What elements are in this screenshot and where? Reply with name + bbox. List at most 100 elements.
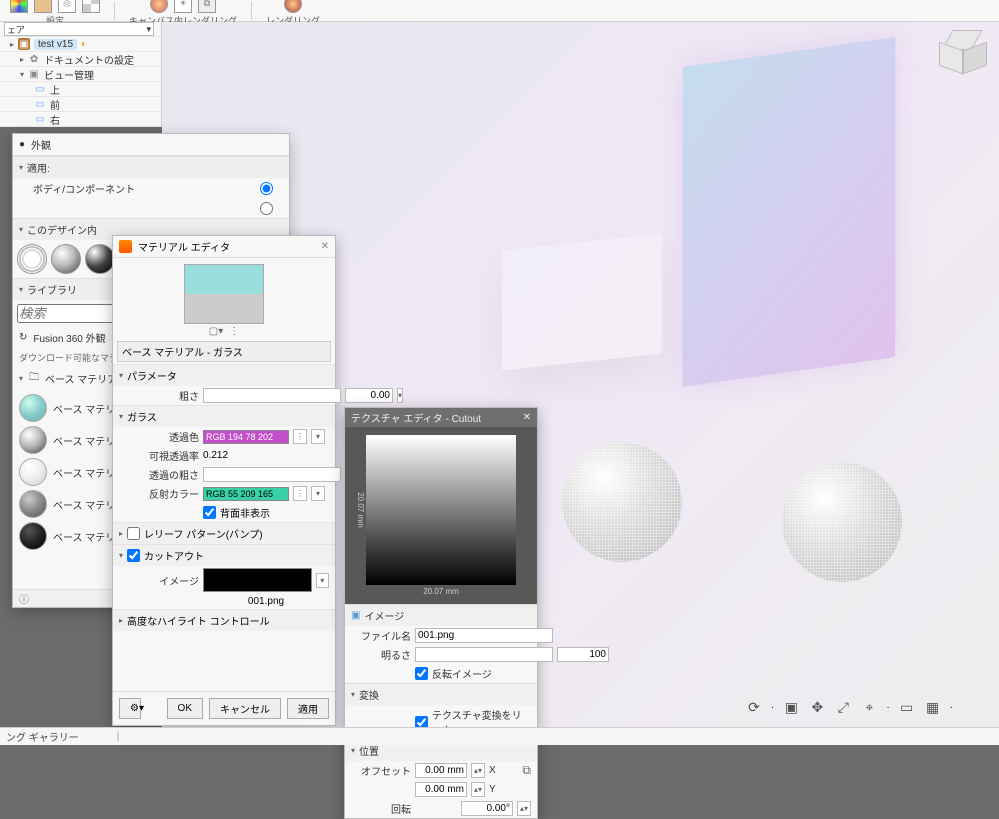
in-canvas-render-settings-icon[interactable]: ☀ (174, 0, 192, 13)
grid-settings-icon[interactable]: ▦ (924, 698, 942, 716)
material-name-field[interactable]: ベース マテリアル - ガラス (117, 341, 331, 362)
ok-button[interactable]: OK (167, 698, 203, 719)
glass-label: ガラス (127, 409, 157, 424)
brightness-slider[interactable] (415, 647, 553, 662)
apply-body-label: ボディ/コンポーネント (33, 181, 135, 196)
reflection-color-swatch[interactable]: RGB 55 209 165 (203, 487, 289, 501)
gear-icon: ✿ (28, 53, 40, 65)
relief-section-header[interactable]: ▸レリーフ パターン(バンプ) (113, 523, 335, 544)
apply-button[interactable]: 適用 (287, 698, 329, 719)
hide-backface-row[interactable]: 背面非表示 (203, 505, 270, 520)
swatch-menu-icon[interactable]: ⋮ (293, 486, 307, 501)
transmission-roughness-slider[interactable] (203, 467, 341, 482)
preview-shape-icon[interactable]: ▢▾ (209, 326, 223, 337)
sync-icon[interactable]: ↻ (19, 332, 27, 343)
invert-image-row[interactable]: 反転イメージ (415, 666, 492, 681)
collapse-icon[interactable]: ▸ (10, 40, 14, 49)
file-name-field[interactable] (415, 628, 553, 643)
roughness-value[interactable] (345, 388, 393, 403)
view-right-row[interactable]: ▭ 右 (0, 112, 161, 127)
roughness-menu[interactable]: ▾ (397, 388, 403, 403)
render-gallery-label[interactable]: ング ギャラリー (6, 729, 79, 744)
spinner-icon[interactable]: ▴▾ (471, 782, 485, 797)
texture-map-icon[interactable] (82, 0, 100, 13)
swatch-menu-icon[interactable]: ⋮ (293, 429, 307, 444)
axis-y-label: Y (489, 784, 496, 795)
view-icon: ▭ (34, 83, 46, 95)
texture-editor-dialog: テクスチャ エディタ - Cutout ✕ 20.07 mm 20.07 mm … (344, 407, 538, 819)
material-editor-menu-button[interactable]: ⚙▾ (119, 698, 141, 719)
browser-root-row[interactable]: ▸ ▣ test v15 ◐ (0, 37, 161, 52)
texture-editor-titlebar[interactable]: テクスチャ エディタ - Cutout ✕ (345, 408, 537, 427)
appearance-icon[interactable] (10, 0, 28, 13)
view-cube[interactable] (939, 30, 985, 76)
orbit-icon[interactable]: ⟳ (745, 698, 763, 716)
spinner-icon[interactable]: ▴▾ (517, 801, 531, 816)
look-at-icon[interactable]: ▣ (782, 698, 800, 716)
transform-section-header[interactable]: ▾変換 (345, 683, 537, 705)
roughness-label: 粗さ (119, 388, 199, 403)
fit-icon[interactable]: ⌖ (860, 698, 878, 716)
transform-section-label: 変換 (359, 687, 379, 702)
material-editor-titlebar[interactable]: マテリアル エディタ ✕ (113, 236, 335, 258)
cutout-image-thumb[interactable] (203, 568, 312, 592)
document-settings-row[interactable]: ▸ ✿ ドキュメントの設定 (0, 52, 161, 67)
close-icon[interactable]: ✕ (321, 241, 329, 252)
apply-face-radio[interactable] (260, 202, 273, 215)
view-top-row[interactable]: ▭ 上 (0, 82, 161, 97)
rotate-field[interactable] (461, 801, 513, 816)
decal-icon[interactable]: ◎ (58, 0, 76, 13)
expand-icon[interactable]: ▸ (20, 55, 24, 64)
pan-icon[interactable]: ✥ (808, 698, 826, 716)
browser-dropdown[interactable]: ェア ▾ (4, 22, 154, 36)
offset-y-field[interactable] (415, 782, 467, 797)
material-thumb[interactable] (51, 244, 81, 274)
close-icon[interactable]: ✕ (523, 412, 531, 423)
brightness-value[interactable] (557, 647, 609, 662)
material-thumb[interactable] (85, 244, 115, 274)
cutout-enable-checkbox[interactable] (127, 549, 140, 562)
hide-backface-checkbox[interactable] (203, 506, 216, 519)
cancel-button[interactable]: キャンセル (209, 698, 281, 719)
offset-x-field[interactable] (415, 763, 467, 778)
cutout-section-header[interactable]: ▾カットアウト (113, 545, 335, 566)
apply-section-header[interactable]: ▾適用: (13, 156, 289, 178)
capture-image-icon[interactable]: ⧉ (198, 0, 216, 13)
visibility-icon[interactable]: ◐ (81, 39, 87, 50)
image-section-header[interactable]: ▣ イメージ (345, 604, 537, 626)
glass-box-geometry (502, 234, 662, 371)
apply-body-row: ボディ/コンポーネント (13, 178, 289, 199)
apply-body-radio[interactable] (260, 182, 273, 195)
info-icon[interactable]: ⓘ (19, 591, 29, 606)
fusion-logo-icon (119, 240, 132, 253)
view-front-row[interactable]: ▭ 前 (0, 97, 161, 112)
axis-x-label: X (489, 765, 496, 776)
spinner-icon[interactable]: ▴▾ (471, 763, 485, 778)
material-preview (184, 264, 264, 324)
link-xy-icon[interactable]: ⧉ (522, 763, 531, 778)
roughness-slider-field[interactable] (203, 388, 341, 403)
view-manage-row[interactable]: ▾ ▣ ビュー管理 (0, 67, 161, 82)
material-thumb[interactable] (17, 244, 47, 274)
preview-settings-icon[interactable]: ⋮ (229, 326, 239, 337)
library-source-label[interactable]: Fusion 360 外観 (33, 330, 105, 345)
folder-icon: 🗀 (29, 370, 39, 387)
expand-icon[interactable]: ▾ (20, 70, 24, 79)
zoom-icon[interactable]: ⤢ (834, 698, 852, 716)
display-settings-icon[interactable]: ▭ (898, 698, 916, 716)
swatch-dropdown[interactable]: ▾ (311, 486, 325, 501)
glass-section-header[interactable]: ▾ガラス (113, 406, 335, 427)
parameters-section-header[interactable]: ▾パラメータ (113, 365, 335, 386)
in-canvas-render-icon[interactable] (150, 0, 168, 13)
advanced-highlight-header[interactable]: ▸高度なハイライト コントロール (113, 610, 335, 631)
scene-settings-icon[interactable] (34, 0, 52, 13)
nav-dropdown-row: ェア ▾ (0, 22, 161, 37)
transmission-color-swatch[interactable]: RGB 194 78 202 (203, 430, 289, 444)
position-section-label: 位置 (359, 743, 379, 758)
hide-backface-label: 背面非表示 (220, 505, 270, 520)
swatch-dropdown[interactable]: ▾ (311, 429, 325, 444)
invert-image-checkbox[interactable] (415, 667, 428, 680)
render-icon[interactable] (284, 0, 302, 13)
cutout-image-menu[interactable]: ▾ (316, 573, 329, 588)
relief-enable-checkbox[interactable] (127, 527, 140, 540)
